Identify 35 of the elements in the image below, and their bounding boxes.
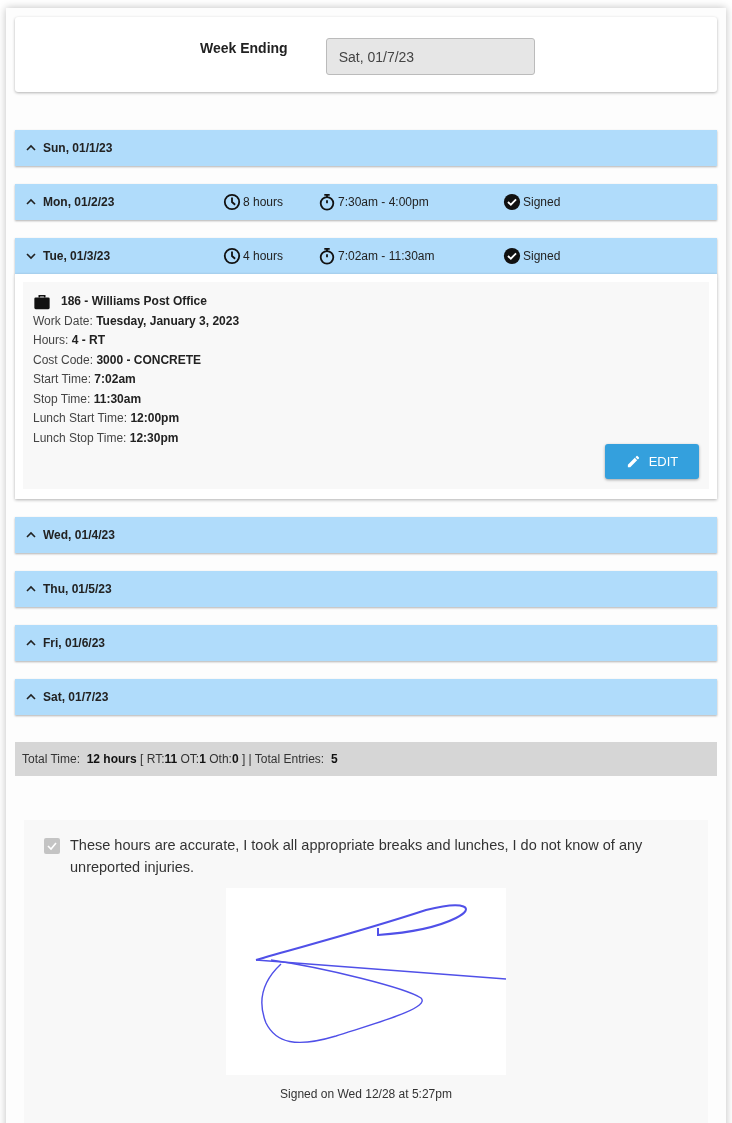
day-header[interactable]: Wed, 01/4/23	[15, 517, 717, 553]
briefcase-icon	[33, 292, 51, 311]
status-text: Signed	[523, 195, 561, 209]
day-header[interactable]: Mon, 01/2/23 8 hours 7:30am - 4:00pm Signed	[15, 184, 717, 220]
totals-text: Total Time: 12 hours [ RT:11 OT:1 Oth:0 ] | Total Entries: 5	[22, 752, 338, 766]
status-text: Signed	[523, 249, 561, 263]
week-ending-field[interactable]: Sat, 01/7/23	[325, 38, 535, 75]
signed-on-text: Signed on Wed 12/28 at 5:27pm	[280, 1087, 452, 1101]
check-icon	[46, 840, 58, 852]
day-header[interactable]: Sun, 01/1/23	[15, 130, 717, 166]
entry-field: Hours: 4 - RT	[33, 331, 699, 351]
stopwatch-icon	[318, 247, 336, 265]
entry-field: Lunch Start Time: 12:00pm	[33, 409, 699, 429]
stopwatch-icon	[318, 193, 336, 211]
entry-field: Stop Time: 11:30am	[33, 389, 699, 409]
time-range-text: 7:30am - 4:00pm	[338, 195, 429, 209]
day-header[interactable]: Fri, 01/6/23	[15, 625, 717, 661]
check-circle-icon	[503, 247, 521, 265]
job-title: 186 - Williams Post Office	[61, 293, 207, 310]
week-ending-label: Week Ending	[200, 40, 288, 56]
hours-text: 4 hours	[243, 249, 284, 263]
entry-field: Cost Code: 3000 - CONCRETE	[33, 350, 699, 370]
caret-icon	[25, 250, 37, 262]
hours-text: 8 hours	[243, 195, 284, 209]
day-header[interactable]: Tue, 01/3/23 4 hours 7:02am - 11:30am Signed	[15, 238, 717, 274]
clock-icon	[223, 193, 241, 211]
entry-field: Work Date: Tuesday, January 3, 2023	[33, 311, 699, 331]
entry-field: Start Time: 7:02am	[33, 370, 699, 390]
day-header[interactable]: Thu, 01/5/23	[15, 571, 717, 607]
pencil-icon	[625, 454, 641, 469]
attestation-text: These hours are accurate, I took all appropriate breaks and lunches, I do not know of any unreported injuries.	[70, 836, 644, 877]
time-range-text: 7:02am - 11:30am	[338, 249, 435, 263]
check-circle-icon	[503, 193, 521, 211]
day-header[interactable]: Sat, 01/7/23	[15, 679, 717, 715]
clock-icon	[223, 247, 241, 265]
